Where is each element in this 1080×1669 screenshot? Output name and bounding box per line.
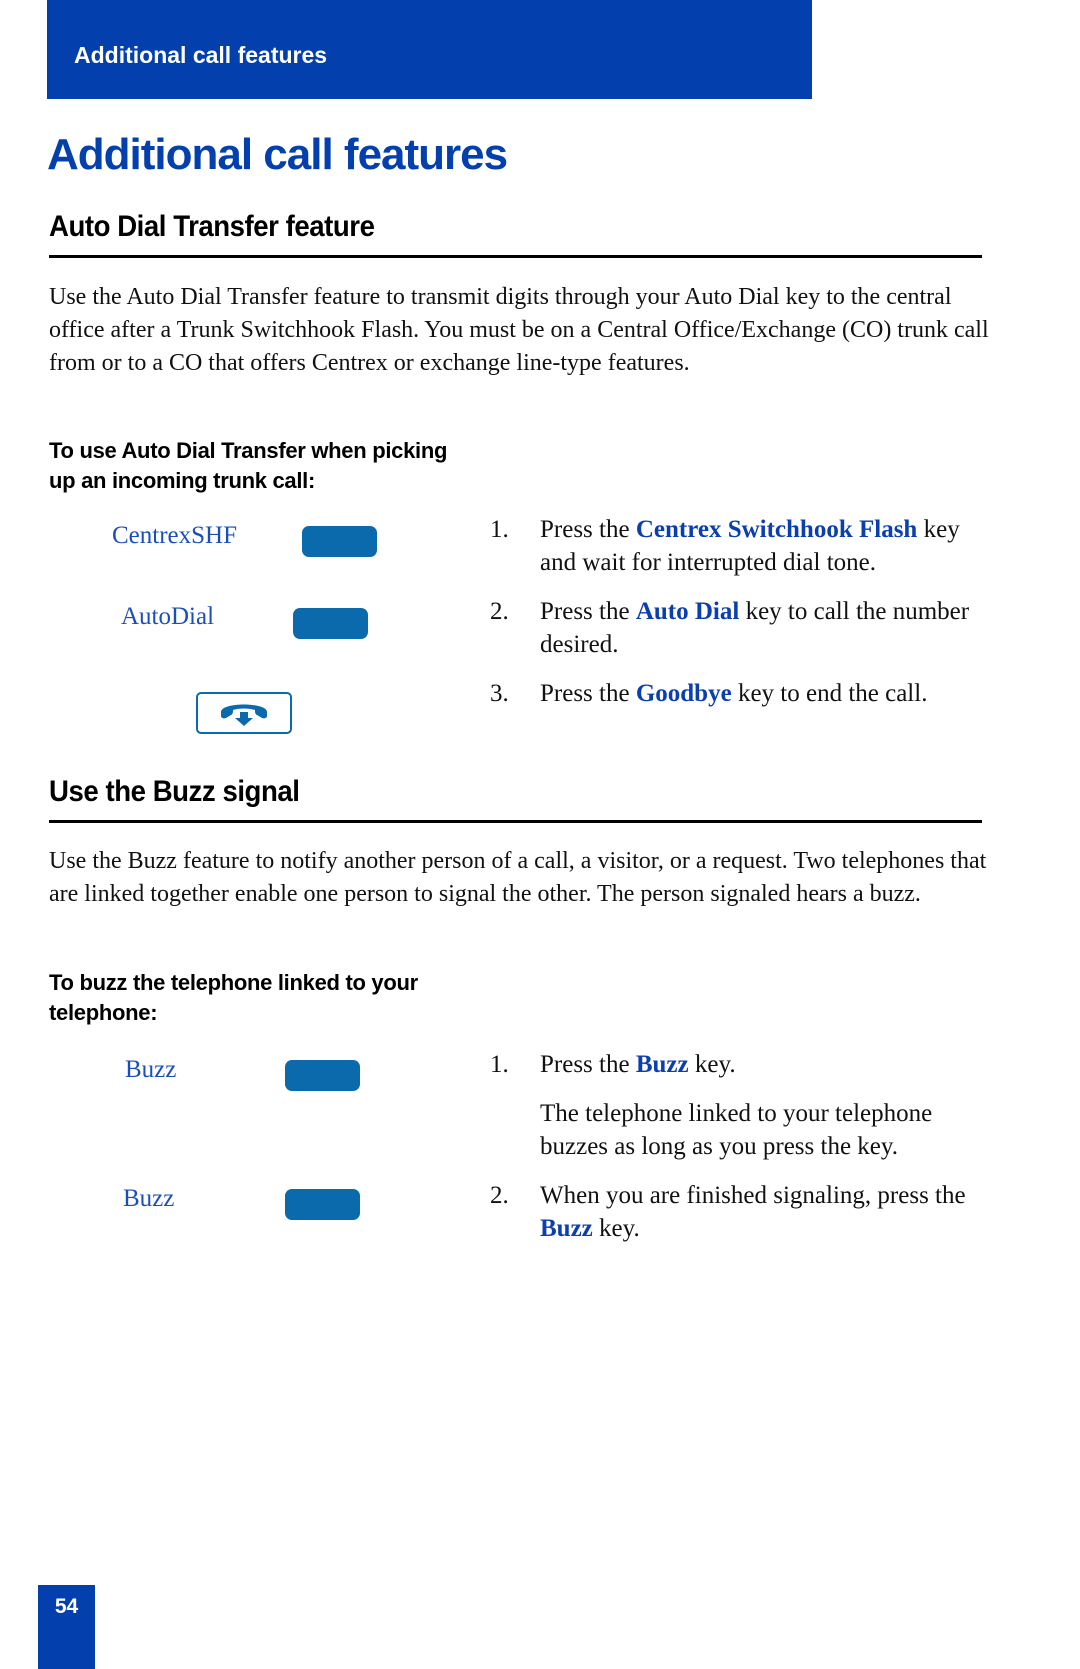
key-name-goodbye: Goodbye <box>635 680 732 707</box>
section-heading-buzz-signal: Use the Buzz signal <box>49 775 300 808</box>
procedure-heading-buzz: To buzz the telephone linked to your tel… <box>49 970 418 1025</box>
key-label-centrexshf: CentrexSHF <box>112 522 237 549</box>
key-name-buzz: Buzz <box>635 1051 689 1078</box>
key-name-centrex-switchhook-flash: Centrex Switchhook Flash <box>635 516 918 543</box>
autodial-key-button[interactable] <box>293 608 368 639</box>
goodbye-handset-icon <box>221 704 267 726</box>
section-intro-auto-dial-transfer: Use the Auto Dial Transfer feature to tr… <box>49 284 989 376</box>
procedure-heading-auto-dial-transfer: To use Auto Dial Transfer when picking u… <box>49 438 448 493</box>
section-intro-buzz-signal: Use the Buzz feature to notify another p… <box>49 848 987 907</box>
key-label-buzz: Buzz <box>125 1056 177 1083</box>
page-title: Additional call features <box>47 130 508 179</box>
key-label-autodial: AutoDial <box>121 603 215 630</box>
section-heading-auto-dial-transfer: Auto Dial Transfer feature <box>49 210 375 243</box>
buzz-key-button[interactable] <box>285 1060 360 1091</box>
page-number-tab: 54 <box>38 1585 95 1669</box>
running-header-title: Additional call features <box>74 42 328 68</box>
running-header: Additional call features <box>47 0 812 99</box>
buzz-key-button[interactable] <box>285 1189 360 1220</box>
centrexshf-key-button[interactable] <box>302 526 377 557</box>
goodbye-key-button[interactable] <box>196 692 292 734</box>
section-divider <box>49 820 982 823</box>
key-name-auto-dial: Auto Dial <box>635 598 740 625</box>
page-number: 54 <box>54 1595 79 1618</box>
key-name-buzz: Buzz <box>540 1215 593 1242</box>
key-label-buzz: Buzz <box>123 1185 175 1212</box>
section-divider <box>49 255 982 258</box>
